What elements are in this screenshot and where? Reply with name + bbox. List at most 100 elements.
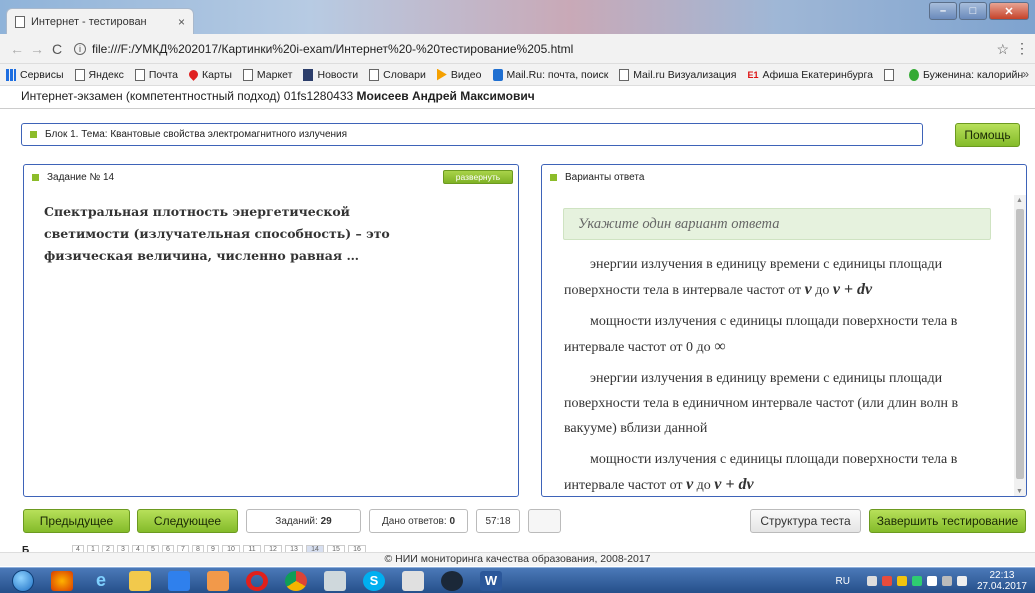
chrome-icon[interactable] — [285, 570, 307, 591]
antivirus-icon[interactable] — [881, 576, 892, 586]
bullet-square-icon — [32, 174, 39, 181]
bookmark-mail[interactable]: Почта — [134, 68, 178, 81]
taskbar: e S W RU 22:13 27.04.2017 — [0, 567, 1035, 593]
tray-app-icon[interactable] — [911, 576, 922, 586]
window-controls: – □ ✕ — [927, 2, 1029, 20]
answer-option-2[interactable]: мощности излучения с единицы площади пов… — [564, 309, 994, 360]
question-text: Спектральная плотность энергетической св… — [44, 204, 390, 263]
help-button[interactable]: Помощь — [955, 123, 1020, 147]
answer-option-3[interactable]: энергии излучения в единицу времени с ед… — [564, 366, 994, 441]
answer-option-1[interactable]: энергии излучения в единицу времени с ед… — [564, 252, 994, 303]
folder-icon[interactable] — [129, 570, 151, 591]
info-icon[interactable]: i — [74, 42, 86, 55]
page-icon — [619, 68, 630, 81]
answers-heading: Варианты ответа — [550, 172, 644, 183]
bookmark-star-icon[interactable]: ☆ — [996, 41, 1009, 58]
finish-test-button[interactable]: Завершить тестирование — [869, 509, 1026, 533]
browser-menu-icon[interactable]: ⋮ — [1015, 40, 1029, 57]
math-nu-dnu: ν + dν — [714, 476, 754, 493]
blank-button[interactable] — [528, 509, 561, 533]
page-icon — [134, 68, 145, 81]
tray-app-icon[interactable] — [896, 576, 907, 586]
scroll-down-icon[interactable]: ▼ — [1016, 488, 1023, 495]
next-button[interactable]: Следующее — [137, 509, 238, 533]
answer-option-4[interactable]: мощности излучения с единицы площади пов… — [564, 447, 994, 496]
header-divider — [0, 108, 1035, 109]
close-window-icon[interactable]: ✕ — [989, 2, 1029, 20]
clock-time: 22:13 — [989, 570, 1015, 581]
skype-icon[interactable]: S — [363, 570, 385, 591]
bookmark-afisha[interactable]: E1 Афиша Екатеринбурга — [747, 69, 873, 81]
video-icon — [436, 68, 447, 81]
url-field[interactable]: i file:///F:/УМКД%202017/Картинки%20i-ex… — [74, 42, 573, 56]
clock[interactable]: 22:13 27.04.2017 — [977, 570, 1027, 592]
display-icon[interactable] — [941, 576, 952, 586]
bookmark-mailru-vis[interactable]: Mail.ru Визуализация — [619, 68, 736, 81]
math-nu: ν — [686, 476, 694, 493]
scroll-up-icon[interactable]: ▲ — [1016, 197, 1023, 204]
scroll-thumb[interactable] — [1016, 209, 1024, 479]
language-indicator[interactable]: RU — [835, 576, 849, 587]
page-icon — [74, 68, 85, 81]
bullet-square-icon — [30, 131, 37, 138]
bookmark-video[interactable]: Видео — [436, 68, 482, 81]
bookmark-yandex[interactable]: Яндекс — [74, 68, 124, 81]
previous-button[interactable]: Предыдущее — [23, 509, 130, 533]
clock-date: 27.04.2017 — [976, 581, 1027, 592]
bookmark-blank[interactable] — [883, 68, 898, 81]
news-icon — [303, 68, 314, 81]
volume-icon[interactable] — [956, 576, 967, 586]
answer-hint: Укажите один вариант ответа — [563, 208, 991, 240]
bookmark-market[interactable]: Маркет — [242, 68, 292, 81]
tab-title: Интернет - тестирован — [31, 15, 147, 28]
flag-icon[interactable] — [926, 576, 937, 586]
bookmark-dictionaries[interactable]: Словари — [369, 68, 426, 81]
reload-icon[interactable]: C — [48, 41, 66, 57]
block-label: Блок 1. Тема: Квантовые свойства электро… — [45, 129, 348, 140]
steam-icon[interactable] — [441, 570, 463, 591]
maximize-icon[interactable]: □ — [959, 2, 987, 20]
math-infinity: ∞ — [714, 338, 726, 355]
student-name: Моисеев Андрей Максимович — [356, 89, 535, 103]
forward-icon[interactable]: → — [28, 41, 46, 57]
bookmark-maps[interactable]: Карты — [187, 68, 232, 81]
green-dot-icon — [908, 68, 919, 81]
math-nu: ν — [804, 281, 812, 298]
opera-icon[interactable] — [246, 570, 268, 591]
expand-button[interactable]: развернуть — [443, 170, 513, 184]
bitrix-icon[interactable] — [168, 570, 190, 591]
bookmark-mailru[interactable]: Mail.Ru: почта, поиск — [492, 68, 608, 81]
apps-grid-icon — [6, 68, 16, 81]
browser-tab[interactable]: Интернет - тестирован × — [6, 8, 194, 34]
network-icon[interactable] — [866, 576, 877, 586]
answers-scrollbar[interactable]: ▲ ▼ — [1014, 195, 1026, 496]
task-heading: Задание № 14 — [32, 172, 114, 183]
system-tray: RU 22:13 27.04.2017 — [835, 568, 1027, 593]
bookmark-buzhenina[interactable]: Буженина: калорийн — [908, 68, 1023, 81]
media-icon[interactable] — [51, 570, 73, 591]
start-button[interactable] — [12, 569, 34, 592]
bookmark-news[interactable]: Новости — [303, 68, 358, 81]
bookmark-services[interactable]: Сервисы — [6, 68, 64, 81]
page-icon — [369, 68, 380, 81]
bullet-square-icon — [550, 174, 557, 181]
answer-options: энергии излучения в единицу времени с ед… — [564, 252, 994, 496]
test-structure-button[interactable]: Структура теста — [750, 509, 861, 533]
tasks-count: Заданий: 29 — [246, 509, 361, 533]
answers-panel: Варианты ответа Укажите один вариант отв… — [541, 164, 1027, 497]
tab-close-icon[interactable]: × — [178, 15, 185, 29]
back-icon[interactable]: ← — [8, 41, 26, 57]
pen-icon[interactable] — [324, 570, 346, 591]
word-icon[interactable]: W — [480, 570, 502, 591]
player-icon[interactable] — [207, 570, 229, 591]
bookmarks-more-icon[interactable]: » — [1022, 67, 1029, 81]
page-icon — [883, 68, 894, 81]
ie-icon[interactable]: e — [90, 570, 112, 591]
exam-title: Интернет-экзамен (компетентностный подхо… — [21, 89, 354, 103]
block-bar: Блок 1. Тема: Квантовые свойства электро… — [21, 123, 923, 146]
calc-icon[interactable] — [402, 570, 424, 591]
minimize-icon[interactable]: – — [929, 2, 957, 20]
answered-count: Дано ответов: 0 — [369, 509, 468, 533]
browser-titlebar: Интернет - тестирован × – □ ✕ — [0, 0, 1035, 34]
task-panel: Задание № 14 развернуть Спектральная пло… — [23, 164, 519, 497]
